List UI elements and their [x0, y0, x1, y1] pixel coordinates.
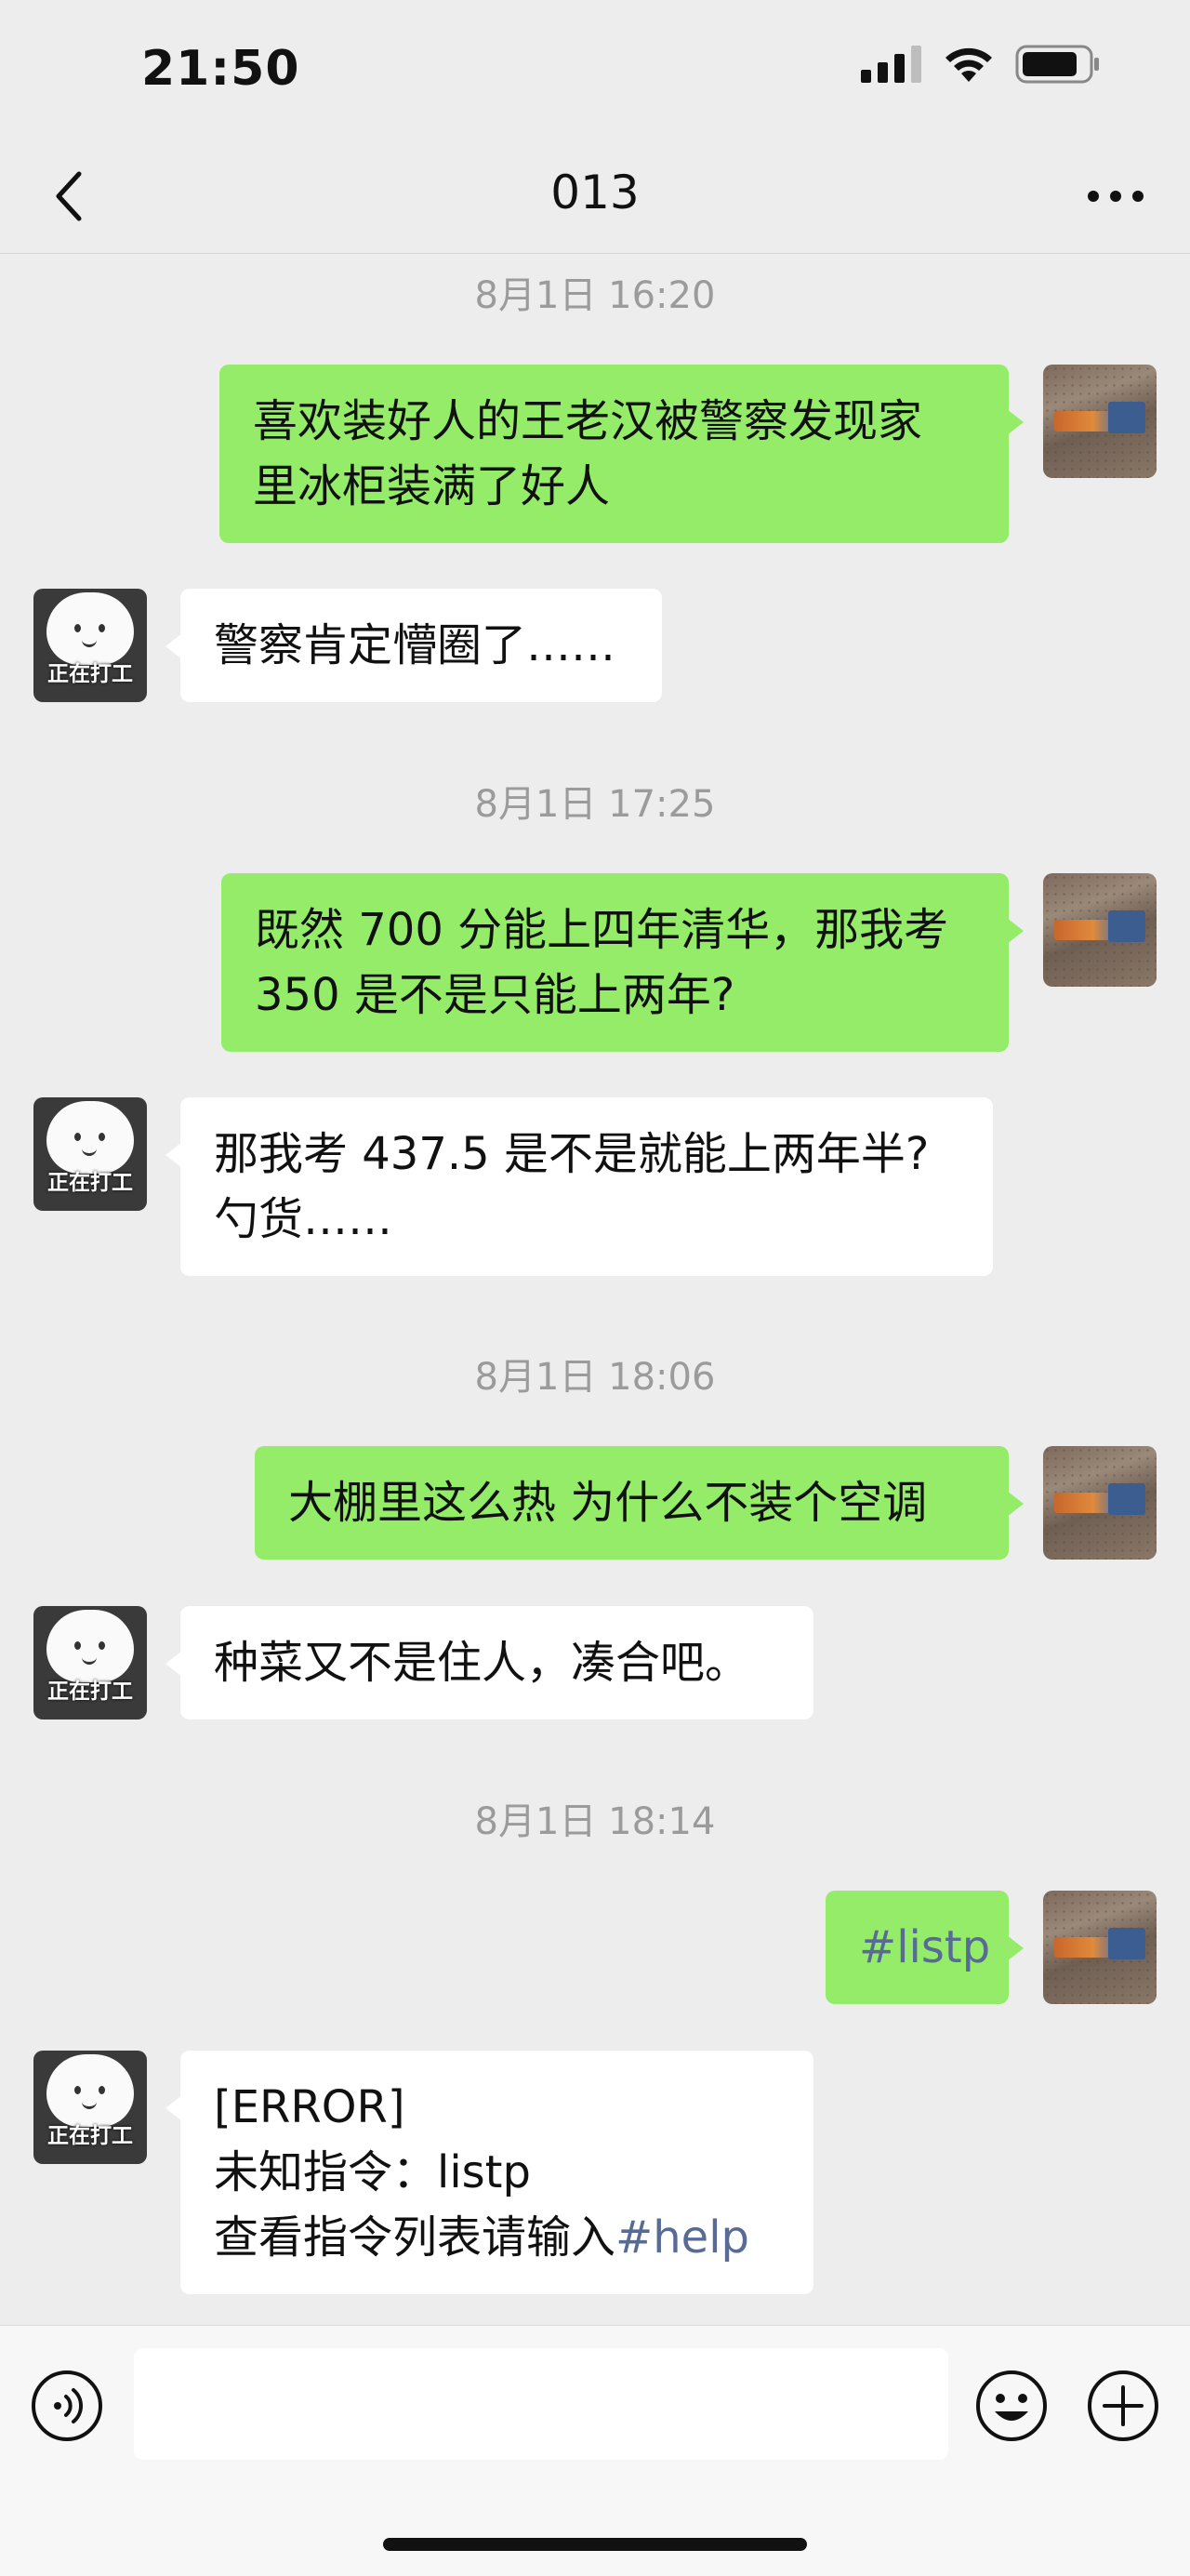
wifi-icon: [945, 47, 992, 82]
more-icon: [1088, 191, 1144, 202]
avatar-label: 正在打工: [47, 1680, 133, 1704]
message-bubble-me[interactable]: #listp: [826, 1891, 1024, 2004]
signal-icon: [861, 46, 921, 83]
status-time: 21:50: [141, 41, 300, 97]
avatar-me[interactable]: [1043, 365, 1157, 478]
avatar-me[interactable]: [1043, 1446, 1157, 1560]
message-line: 里冰柜装满了好人: [253, 460, 611, 512]
avatar-label: 正在打工: [47, 2124, 133, 2148]
message-line: 350 是不是只能上两年?: [255, 969, 735, 1021]
message-bubble-bot[interactable]: 警察肯定懵圈了……: [165, 589, 662, 702]
plus-icon: [1088, 2370, 1158, 2441]
message-bubble-bot[interactable]: 那我考 437.5 是不是就能上两年半? 勺货……: [165, 1097, 993, 1276]
avatar-bot[interactable]: 正在打工: [33, 1606, 147, 1720]
avatar-bot[interactable]: 正在打工: [33, 1097, 147, 1211]
avatar-me[interactable]: [1043, 1891, 1157, 2004]
message-line: [ERROR]: [214, 2081, 405, 2133]
emoji-icon: [976, 2370, 1047, 2441]
message-line: 既然 700 分能上四年清华，那我考: [255, 904, 949, 956]
message-bubble-bot[interactable]: [ERROR] 未知指令：listp 查看指令列表请输入#help: [165, 2051, 813, 2294]
emoji-button[interactable]: [974, 2369, 1049, 2443]
status-bar: 21:50: [0, 0, 1190, 139]
timestamp: 8月1日 18:14: [474, 1800, 716, 1843]
message-bubble-me[interactable]: 喜欢装好人的王老汉被警察发现家 里冰柜装满了好人: [219, 365, 1024, 543]
message-line: 未知指令：listp: [214, 2146, 531, 2198]
nav-bar: 013: [0, 139, 1190, 254]
timestamp: 8月1日 18:06: [474, 1356, 716, 1399]
message-line[interactable]: #listp: [859, 1915, 990, 1980]
battery-icon: [1015, 45, 1099, 84]
timestamp: 8月1日 17:25: [474, 783, 716, 826]
message-line: 喜欢装好人的王老汉被警察发现家: [253, 395, 923, 447]
avatar-bot[interactable]: 正在打工: [33, 2051, 147, 2164]
message-line: 警察肯定懵圈了……: [214, 619, 616, 671]
message-bubble-bot[interactable]: 种菜又不是住人，凑合吧。: [165, 1606, 813, 1720]
message-line: 大棚里这么热 为什么不装个空调: [288, 1477, 928, 1529]
help-link[interactable]: #help: [615, 2211, 749, 2264]
message-text: 查看指令列表请输入: [214, 2211, 616, 2264]
avatar-label: 正在打工: [47, 662, 133, 686]
message-line: 那我考 437.5 是不是就能上两年半?: [214, 1128, 930, 1180]
plus-button[interactable]: [1086, 2369, 1160, 2443]
avatar-me[interactable]: [1043, 873, 1157, 987]
timestamp: 8月1日 16:20: [474, 274, 716, 317]
message-bubble-me[interactable]: 既然 700 分能上四年清华，那我考 350 是不是只能上两年?: [221, 873, 1024, 1052]
input-bar: [0, 2325, 1190, 2576]
message-line: 种菜又不是住人，凑合吧。: [214, 1637, 750, 1689]
avatar-label: 正在打工: [47, 1171, 133, 1195]
message-input[interactable]: [134, 2348, 948, 2460]
home-indicator: [383, 2538, 807, 2551]
message-line: 查看指令列表请输入#help: [214, 2205, 780, 2270]
more-button[interactable]: [1078, 164, 1153, 229]
avatar-bot[interactable]: 正在打工: [33, 589, 147, 702]
chat-title: 013: [550, 166, 640, 219]
message-line: 勺货……: [214, 1193, 393, 1245]
voice-button[interactable]: [30, 2369, 104, 2443]
status-icons: [861, 45, 1101, 84]
voice-icon: [32, 2370, 102, 2441]
message-bubble-me[interactable]: 大棚里这么热 为什么不装个空调: [255, 1446, 1024, 1560]
